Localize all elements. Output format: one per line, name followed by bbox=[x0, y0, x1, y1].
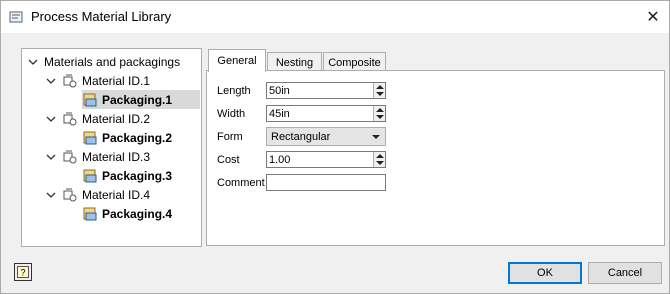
width-field[interactable]: 45in bbox=[266, 105, 386, 122]
form-select-value: Rectangular bbox=[271, 130, 331, 143]
width-label: Width bbox=[217, 108, 246, 120]
chevron-down-icon[interactable] bbox=[46, 114, 56, 124]
chevron-down-icon[interactable] bbox=[46, 190, 56, 200]
material-library-icon bbox=[9, 10, 23, 24]
packaging-icon bbox=[82, 92, 98, 108]
packaging-label: Packaging.4 bbox=[102, 206, 173, 221]
ok-button-label: OK bbox=[537, 267, 553, 279]
length-value: 50in bbox=[269, 84, 290, 97]
title-bar: Process Material Library ✕ bbox=[1, 1, 669, 33]
tab-composite[interactable]: Composite bbox=[323, 52, 386, 72]
comment-field[interactable] bbox=[266, 174, 386, 191]
length-label: Length bbox=[217, 85, 251, 97]
length-spinner[interactable] bbox=[373, 83, 385, 98]
tree-root-label: Materials and packagings bbox=[44, 54, 181, 69]
tree-material-4[interactable]: Material ID.4 bbox=[46, 185, 150, 204]
help-icon: ? bbox=[17, 266, 29, 278]
chevron-down-icon[interactable] bbox=[46, 76, 56, 86]
cost-label: Cost bbox=[217, 154, 240, 166]
svg-text:?: ? bbox=[20, 268, 25, 278]
packaging-icon bbox=[82, 130, 98, 146]
comment-label: Comment bbox=[217, 177, 265, 189]
tree-material-2[interactable]: Material ID.2 bbox=[46, 109, 150, 128]
tab-general[interactable]: General bbox=[208, 49, 266, 72]
help-button[interactable]: ? bbox=[14, 263, 32, 281]
tree-packaging-4[interactable]: Packaging.4 bbox=[82, 204, 172, 223]
packaging-icon bbox=[82, 168, 98, 184]
tree-packaging-2[interactable]: Packaging.2 bbox=[82, 128, 172, 147]
close-icon: ✕ bbox=[646, 9, 660, 26]
spin-down-icon[interactable] bbox=[376, 92, 384, 96]
spin-up-icon[interactable] bbox=[376, 108, 384, 112]
chevron-down-icon[interactable] bbox=[46, 152, 56, 162]
window-title: Process Material Library bbox=[31, 9, 172, 24]
material-label: Material ID.1 bbox=[82, 73, 151, 88]
close-button[interactable]: ✕ bbox=[637, 1, 669, 33]
spin-down-icon[interactable] bbox=[376, 161, 384, 165]
spin-up-icon[interactable] bbox=[376, 154, 384, 158]
packaging-label: Packaging.1 bbox=[102, 92, 173, 107]
material-node-icon bbox=[62, 111, 78, 127]
cost-value: 1.00 bbox=[269, 153, 291, 166]
form-label: Form bbox=[217, 131, 243, 143]
width-value: 45in bbox=[269, 107, 290, 120]
width-spinner[interactable] bbox=[373, 106, 385, 121]
tab-composite-label: Composite bbox=[328, 56, 381, 69]
packaging-label: Packaging.3 bbox=[102, 168, 173, 183]
dialog-window: Process Material Library ✕ Materials and… bbox=[0, 0, 670, 294]
material-node-icon bbox=[62, 187, 78, 203]
material-label: Material ID.4 bbox=[82, 187, 151, 202]
tab-general-label: General bbox=[217, 55, 257, 67]
tree-packaging-3[interactable]: Packaging.3 bbox=[82, 166, 172, 185]
material-node-icon bbox=[62, 73, 78, 89]
material-label: Material ID.3 bbox=[82, 149, 151, 164]
tree-material-3[interactable]: Material ID.3 bbox=[46, 147, 150, 166]
length-field[interactable]: 50in bbox=[266, 82, 386, 99]
tree-root[interactable]: Materials and packagings bbox=[28, 52, 180, 71]
cancel-button-label: Cancel bbox=[607, 267, 643, 279]
ok-button[interactable]: OK bbox=[508, 262, 582, 284]
spin-down-icon[interactable] bbox=[376, 115, 384, 119]
chevron-down-icon[interactable] bbox=[28, 57, 38, 67]
packaging-label: Packaging.2 bbox=[102, 130, 173, 145]
material-node-icon bbox=[62, 149, 78, 165]
materials-tree[interactable]: Materials and packagings Material ID.1 P… bbox=[21, 48, 202, 247]
chevron-down-icon bbox=[372, 135, 380, 139]
cost-field[interactable]: 1.00 bbox=[266, 151, 386, 168]
packaging-icon bbox=[82, 206, 98, 222]
tree-material-1[interactable]: Material ID.1 bbox=[46, 71, 150, 90]
tab-nesting-label: Nesting bbox=[275, 56, 314, 69]
cost-spinner[interactable] bbox=[373, 152, 385, 167]
tab-nesting[interactable]: Nesting bbox=[267, 52, 322, 72]
form-select[interactable]: Rectangular bbox=[266, 127, 386, 146]
cancel-button[interactable]: Cancel bbox=[588, 262, 662, 284]
tree-packaging-1[interactable]: Packaging.1 bbox=[82, 90, 200, 109]
material-label: Material ID.2 bbox=[82, 111, 151, 126]
spin-up-icon[interactable] bbox=[376, 85, 384, 89]
